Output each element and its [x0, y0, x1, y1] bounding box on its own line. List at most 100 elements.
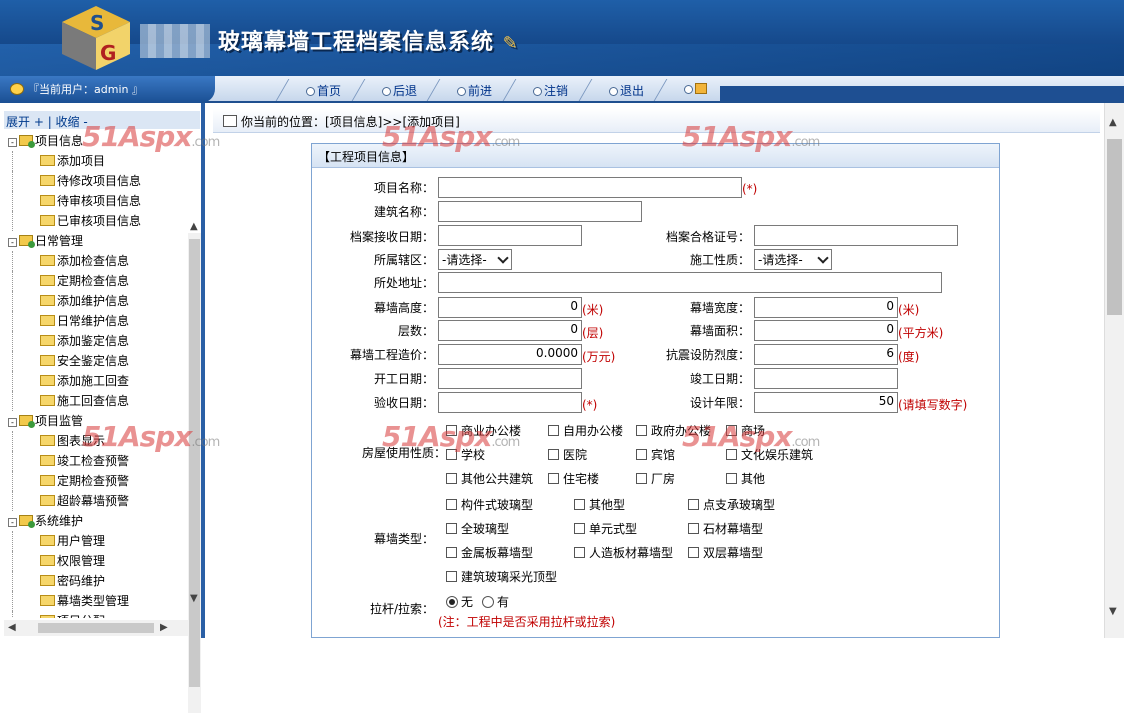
- nav-home[interactable]: 首页: [290, 82, 341, 100]
- usage-checkbox[interactable]: 其他: [726, 470, 765, 487]
- construction-select[interactable]: -请选择-: [754, 249, 832, 270]
- rod-none-radio[interactable]: 无: [446, 593, 473, 610]
- scroll-thumb[interactable]: [189, 239, 200, 687]
- tree-item-label: 添加检查信息: [57, 254, 130, 268]
- collapse-icon[interactable]: -: [8, 138, 17, 147]
- wall-type-checkbox[interactable]: 全玻璃型: [446, 520, 509, 537]
- collapse-icon[interactable]: -: [8, 418, 17, 427]
- tree-item-label: 图表显示: [57, 434, 106, 448]
- wall-type-checkbox[interactable]: 人造板材幕墙型: [574, 544, 673, 561]
- finish-date-input[interactable]: [754, 368, 898, 389]
- cost-input[interactable]: 0.0000: [438, 344, 582, 365]
- tree-item[interactable]: 施工回查信息: [4, 391, 188, 411]
- scroll-right-icon[interactable]: ▶: [160, 622, 168, 633]
- tree-item[interactable]: 幕墙类型管理: [4, 591, 188, 611]
- bullet-icon: [382, 87, 391, 96]
- wall-type-checkbox[interactable]: 石材幕墙型: [688, 520, 763, 537]
- tree-item[interactable]: 图表显示: [4, 431, 188, 451]
- tree-group[interactable]: - 系统维护: [4, 511, 188, 531]
- cert-no-input[interactable]: [754, 225, 958, 246]
- build-name-input[interactable]: [438, 201, 642, 222]
- main-scroll-thumb[interactable]: [1107, 139, 1122, 315]
- usage-checkbox[interactable]: 自用办公楼: [548, 422, 623, 439]
- scroll-left-icon[interactable]: ◀: [8, 622, 16, 633]
- scroll-down-icon[interactable]: ▼: [1109, 606, 1117, 617]
- tree-item-label: 日常维护信息: [57, 314, 130, 328]
- collapse-icon[interactable]: -: [8, 238, 17, 247]
- tree-group[interactable]: - 项目监管: [4, 411, 188, 431]
- wall-height-input[interactable]: 0: [438, 297, 582, 318]
- sidebar-scrollbar[interactable]: [188, 233, 201, 713]
- scroll-up-icon[interactable]: ▲: [190, 221, 198, 232]
- tree-item[interactable]: 待审核项目信息: [4, 191, 188, 211]
- tree-item[interactable]: 添加维护信息: [4, 291, 188, 311]
- project-name-input[interactable]: [438, 177, 742, 198]
- tree-item[interactable]: 待修改项目信息: [4, 171, 188, 191]
- nav-right-bar: [720, 86, 1124, 101]
- hscroll-thumb[interactable]: [38, 623, 154, 633]
- start-date-input[interactable]: [438, 368, 582, 389]
- wall-type-checkbox[interactable]: 点支承玻璃型: [688, 496, 775, 513]
- tree-item-label: 待修改项目信息: [57, 174, 142, 188]
- usage-checkbox[interactable]: 政府办公楼: [636, 422, 711, 439]
- tree-item[interactable]: 定期检查预警: [4, 471, 188, 491]
- floors-input[interactable]: 0: [438, 320, 582, 341]
- nav-logout[interactable]: 注销: [517, 82, 568, 100]
- tree-item[interactable]: 密码维护: [4, 571, 188, 591]
- usage-checkbox[interactable]: 文化娱乐建筑: [726, 446, 813, 463]
- tree-item[interactable]: 定期检查信息: [4, 271, 188, 291]
- accept-date-input[interactable]: [438, 392, 582, 413]
- usage-checkbox[interactable]: 厂房: [636, 470, 675, 487]
- seismic-input[interactable]: 6: [754, 344, 898, 365]
- module-icon: [19, 515, 35, 528]
- collapse-icon[interactable]: -: [8, 518, 17, 527]
- main-scrollbar[interactable]: ▲ ▼: [1104, 103, 1124, 638]
- tree-item[interactable]: 已审核项目信息: [4, 211, 188, 231]
- expand-all-link[interactable]: 展开 +: [6, 115, 44, 129]
- usage-checkbox[interactable]: 住宅楼: [548, 470, 599, 487]
- tree-item[interactable]: 安全鉴定信息: [4, 351, 188, 371]
- wall-type-checkbox[interactable]: 金属板幕墙型: [446, 544, 533, 561]
- tree-group[interactable]: - 日常管理: [4, 231, 188, 251]
- unit-meter: (米): [898, 303, 920, 317]
- usage-checkbox[interactable]: 宾馆: [636, 446, 675, 463]
- wall-type-checkbox[interactable]: 建筑玻璃采光顶型: [446, 568, 557, 585]
- address-input[interactable]: [438, 272, 942, 293]
- tree-item[interactable]: 权限管理: [4, 551, 188, 571]
- nav-forward[interactable]: 前进: [441, 82, 492, 100]
- tree-item[interactable]: 超龄幕墙预警: [4, 491, 188, 511]
- tree-item[interactable]: 添加鉴定信息: [4, 331, 188, 351]
- scroll-down-icon[interactable]: ▼: [190, 593, 198, 604]
- collapse-all-link[interactable]: 收缩 -: [56, 115, 88, 129]
- tree-item[interactable]: 日常维护信息: [4, 311, 188, 331]
- design-life-input[interactable]: 50: [754, 392, 898, 413]
- tree-item[interactable]: 项目分配: [4, 611, 188, 618]
- rod-yes-radio[interactable]: 有: [482, 593, 509, 610]
- wall-type-checkbox[interactable]: 双层幕墙型: [688, 544, 763, 561]
- folder-icon: [40, 615, 55, 618]
- wall-type-checkbox[interactable]: 其他型: [574, 496, 625, 513]
- tree-item[interactable]: 添加施工回查: [4, 371, 188, 391]
- district-select[interactable]: -请选择-: [438, 249, 512, 270]
- usage-checkbox[interactable]: 学校: [446, 446, 485, 463]
- tree-item[interactable]: 用户管理: [4, 531, 188, 551]
- scroll-up-icon[interactable]: ▲: [1109, 117, 1117, 128]
- tree-item[interactable]: 添加项目: [4, 151, 188, 171]
- tree-group[interactable]: - 项目信息: [4, 131, 188, 151]
- usage-checkbox[interactable]: 商业办公楼: [446, 422, 521, 439]
- archive-date-input[interactable]: [438, 225, 582, 246]
- folder-icon: [40, 435, 55, 446]
- wall-type-checkbox[interactable]: 单元式型: [574, 520, 637, 537]
- usage-checkbox[interactable]: 医院: [548, 446, 587, 463]
- wall-type-checkbox[interactable]: 构件式玻璃型: [446, 496, 533, 513]
- usage-checkbox[interactable]: 商场: [726, 422, 765, 439]
- wall-area-input[interactable]: 0: [754, 320, 898, 341]
- tree-item[interactable]: 竣工检查预警: [4, 451, 188, 471]
- usage-checkbox[interactable]: 其他公共建筑: [446, 470, 533, 487]
- nav-extra[interactable]: [668, 82, 707, 100]
- wall-width-input[interactable]: 0: [754, 297, 898, 318]
- nav-back[interactable]: 后退: [366, 82, 417, 100]
- tree-item[interactable]: 添加检查信息: [4, 251, 188, 271]
- sidebar-hscrollbar[interactable]: ◀ ▶: [4, 620, 188, 636]
- nav-exit[interactable]: 退出: [593, 82, 644, 100]
